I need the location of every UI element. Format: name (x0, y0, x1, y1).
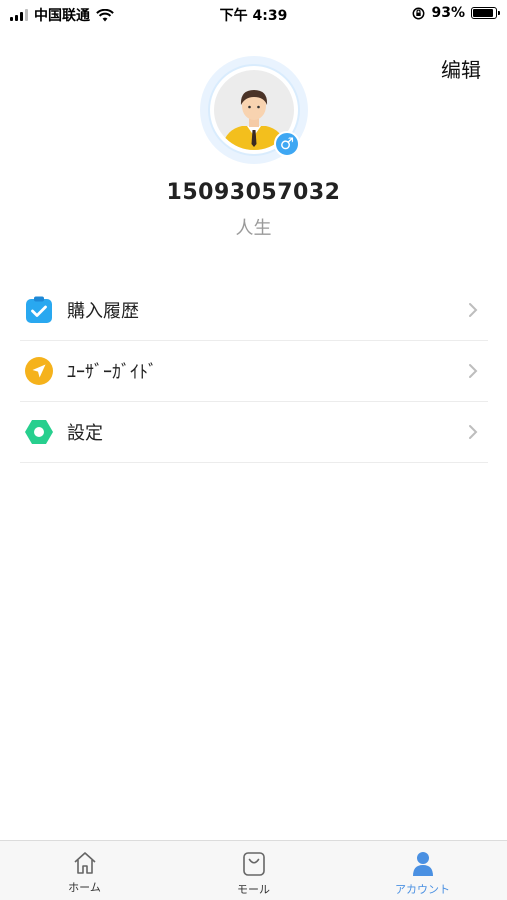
menu-label-user-guide: ﾕｰｻﾞｰｶﾞｲﾄﾞ (67, 362, 157, 383)
orientation-lock-icon (413, 7, 425, 19)
menu-label-settings: 設定 (67, 423, 103, 444)
edit-button[interactable]: 编辑 (441, 54, 481, 83)
tab-account[interactable]: アカウント (338, 841, 507, 900)
male-icon: ♂ (274, 131, 300, 157)
battery-percent: 93% (431, 5, 465, 21)
hexagon-settings-icon (23, 416, 55, 448)
tab-label-mall: モール (237, 883, 270, 896)
chevron-right-icon (469, 364, 478, 378)
user-icon (412, 852, 433, 876)
account-screen: 中国联通 下午 4:39 93% 编辑 ♂ 15093057032 人生 購入履… (0, 0, 507, 900)
tab-label-account: アカウント (395, 883, 450, 896)
status-right: 93% (412, 5, 500, 21)
chevron-right-icon (469, 425, 478, 439)
shopping-bag-icon (242, 852, 265, 876)
account-menu: 購入履歴 ﾕｰｻﾞｰｶﾞｲﾄﾞ 設定 (20, 280, 488, 463)
phone-number: 15093057032 (166, 180, 341, 205)
clipboard-check-icon (23, 294, 55, 326)
menu-item-settings[interactable]: 設定 (20, 402, 488, 463)
tab-bar: ホーム モール アカウント (0, 840, 507, 900)
tab-mall[interactable]: モール (169, 841, 338, 900)
menu-item-purchase-history[interactable]: 購入履歴 (20, 280, 488, 341)
menu-item-user-guide[interactable]: ﾕｰｻﾞｰｶﾞｲﾄﾞ (20, 341, 488, 402)
home-icon (73, 852, 96, 874)
tab-label-home: ホーム (68, 881, 101, 894)
tab-home[interactable]: ホーム (0, 841, 169, 900)
menu-label-purchase-history: 購入履歴 (67, 301, 139, 322)
battery-icon (471, 7, 500, 19)
navigation-arrow-icon (23, 355, 55, 387)
status-bar: 中国联通 下午 4:39 93% (0, 0, 507, 28)
nickname: 人生 (235, 218, 272, 239)
chevron-right-icon (469, 303, 478, 317)
